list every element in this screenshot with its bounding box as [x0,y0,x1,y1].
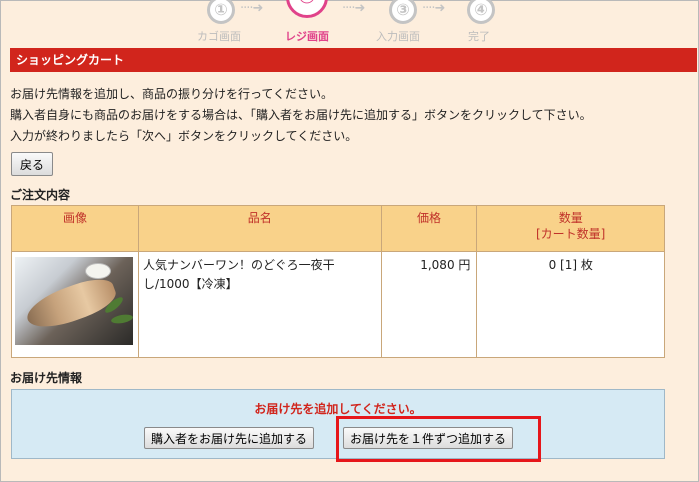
shipping-heading: お届け先情報 [10,371,83,385]
step-2-label: レジ画面 [285,30,329,43]
instructions: お届け先情報を追加し、商品の振り分けを行ってください。 購入者自身にも商品のお届… [10,84,592,147]
shopping-cart-header: ショッピングカート [10,48,697,72]
col-header-name: 品名 [137,205,382,252]
step-1-label: カゴ画面 [197,30,241,43]
qty-header-label: 数量 [558,211,583,225]
step-4-label: 完了 [468,30,490,43]
step-arrow-icon: ····➜ [342,1,365,16]
bowl-shape [85,263,111,279]
dried-fish-shape [21,272,121,336]
cart-qty-header-label: [カート数量] [536,227,606,241]
step-4-icon: ④ [467,0,495,24]
instruction-line: 購入者自身にも商品のお届けをする場合は、「購入者をお届け先に追加する」ボタンをク… [10,108,592,122]
col-header-price: 価格 [380,205,478,252]
order-heading: ご注文内容 [10,188,71,202]
table-header-row: 画像 品名 価格 数量 [カート数量] [11,205,665,252]
product-image-cell [11,251,139,358]
step-arrow-icon: ····➜ [422,1,445,16]
back-button[interactable]: 戻る [11,152,53,176]
product-name: 人気ナンバーワン！のどぐろ一夜干し/1000【冷凍】 [137,251,382,358]
table-row: 人気ナンバーワン！のどぐろ一夜干し/1000【冷凍】 1,080 円 0 [1]… [11,251,665,358]
shipping-message: お届け先を追加してください。 [254,402,422,416]
instruction-line: 入力が終わりましたら「次へ」ボタンをクリックしてください。 [10,129,358,143]
add-buyer-as-recipient-button[interactable]: 購入者をお届け先に追加する [144,427,315,449]
product-qty: 0 [1] 枚 [476,251,665,358]
step-arrow-icon: ····➜ [240,1,263,16]
leaf-shape [110,313,133,325]
step-3-icon: ③ [389,0,417,24]
col-header-image: 画像 [11,205,139,252]
highlight-box [336,416,541,462]
instruction-line: お届け先情報を追加し、商品の振り分けを行ってください。 [10,87,334,101]
product-photo [15,257,133,345]
product-price: 1,080 円 [380,251,478,358]
order-table: 画像 品名 価格 数量 [カート数量] 人気ナンバーワン！のどぐろ一夜干し/10… [11,205,665,358]
step-1-icon: ① [207,0,235,24]
checkout-steps: ① カゴ画面 ····➜ ② レジ画面 ····➜ ③ 入力画面 ····➜ ④… [0,0,699,44]
col-header-qty: 数量 [カート数量] [476,205,665,252]
step-3-label: 入力画面 [376,30,420,43]
step-2-icon: ② [286,0,328,18]
